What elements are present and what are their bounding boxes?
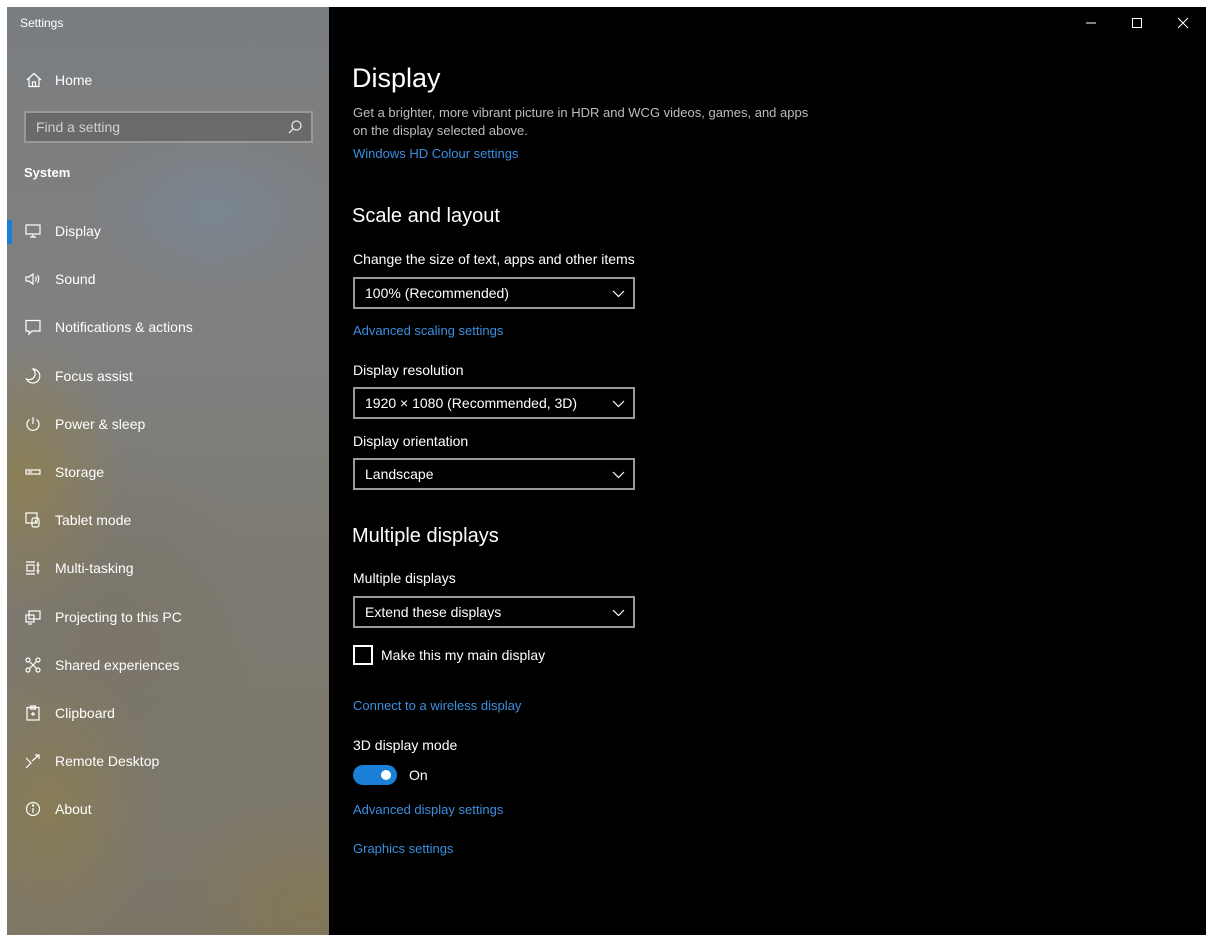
search-input[interactable]	[36, 119, 286, 135]
sidebar-item-label: Notifications & actions	[55, 319, 193, 336]
sidebar-item-label: Power & sleep	[55, 415, 146, 432]
sidebar-item-remote-desktop[interactable]: Remote Desktop	[7, 737, 329, 785]
3d-mode-state: On	[409, 767, 428, 783]
wireless-display-link[interactable]: Connect to a wireless display	[353, 698, 521, 713]
sidebar-item-label: Remote Desktop	[55, 753, 160, 770]
chevron-down-icon	[612, 400, 625, 408]
monitor-icon	[24, 222, 42, 240]
maximize-icon	[1132, 18, 1142, 28]
sidebar-item-label: Focus assist	[55, 367, 133, 384]
orientation-value: Landscape	[365, 466, 434, 482]
3d-mode-toggle[interactable]	[353, 765, 397, 785]
scale-dropdown[interactable]: 100% (Recommended)	[353, 277, 635, 309]
page-title: Display	[352, 63, 441, 93]
3d-mode-toggle-row: On	[353, 764, 428, 786]
3d-mode-label: 3D display mode	[353, 737, 458, 753]
speaker-icon	[24, 270, 42, 288]
advanced-display-link[interactable]: Advanced display settings	[353, 802, 503, 817]
resolution-dropdown[interactable]: 1920 × 1080 (Recommended, 3D)	[353, 387, 635, 419]
sidebar-item-label: Tablet mode	[55, 512, 132, 529]
shared-experiences-icon	[24, 656, 42, 674]
window-controls	[1068, 7, 1206, 39]
resolution-value: 1920 × 1080 (Recommended, 3D)	[365, 395, 578, 411]
active-indicator	[7, 220, 12, 244]
sidebar-item-shared-experiences[interactable]: Shared experiences	[7, 641, 329, 689]
home-label: Home	[55, 72, 93, 88]
sidebar-item-power-sleep[interactable]: Power & sleep	[7, 400, 329, 448]
multiple-displays-value: Extend these displays	[365, 604, 502, 620]
sidebar: Settings Home System	[7, 7, 329, 935]
sidebar-item-multitasking[interactable]: Multi-tasking	[7, 544, 329, 592]
hdr-colour-settings-link[interactable]: Windows HD Colour settings	[353, 146, 518, 161]
sidebar-item-label: Shared experiences	[55, 656, 180, 673]
sidebar-item-label: Multi-tasking	[55, 560, 134, 577]
remote-desktop-icon	[24, 752, 42, 770]
sidebar-item-label: Clipboard	[55, 704, 115, 721]
settings-window: Settings Home System	[7, 7, 1206, 935]
home-nav-item[interactable]: Home	[7, 65, 329, 95]
sidebar-item-storage[interactable]: Storage	[7, 448, 329, 496]
orientation-label: Display orientation	[353, 433, 469, 449]
chevron-down-icon	[612, 609, 625, 617]
advanced-scaling-link[interactable]: Advanced scaling settings	[353, 323, 503, 338]
multiple-displays-heading: Multiple displays	[352, 525, 499, 547]
resolution-label: Display resolution	[353, 362, 464, 378]
main-content: Display Get a brighter, more vibrant pic…	[329, 7, 1206, 935]
main-display-label: Make this my main display	[381, 647, 546, 663]
sidebar-item-label: Projecting to this PC	[55, 608, 182, 625]
multitasking-icon	[24, 559, 42, 577]
sidebar-item-tablet-mode[interactable]: Tablet mode	[7, 496, 329, 544]
search-box[interactable]	[24, 111, 313, 143]
minimize-button[interactable]	[1068, 7, 1114, 39]
chevron-down-icon	[612, 290, 625, 298]
minimize-icon	[1086, 22, 1096, 24]
notification-icon	[24, 318, 42, 336]
scale-value: 100% (Recommended)	[365, 285, 509, 301]
clipboard-icon	[24, 704, 42, 722]
multiple-displays-dropdown[interactable]: Extend these displays	[353, 596, 635, 628]
sidebar-item-label: Sound	[55, 271, 96, 288]
main-display-checkbox-row[interactable]: Make this my main display	[353, 644, 545, 666]
graphics-settings-link[interactable]: Graphics settings	[353, 841, 453, 856]
power-icon	[24, 415, 42, 433]
main-display-checkbox[interactable]	[353, 645, 373, 665]
hdr-description: Get a brighter, more vibrant picture in …	[353, 105, 809, 138]
projecting-icon	[24, 608, 42, 626]
scale-label: Change the size of text, apps and other …	[353, 251, 635, 267]
moon-icon	[24, 367, 42, 385]
home-icon	[25, 71, 43, 89]
tablet-mode-icon	[24, 511, 42, 529]
chevron-down-icon	[612, 471, 625, 479]
maximize-button[interactable]	[1114, 7, 1160, 39]
sidebar-nav: Display Sound Notifications & actions Fo…	[7, 207, 329, 833]
sidebar-item-projecting[interactable]: Projecting to this PC	[7, 593, 329, 641]
window-title: Settings	[20, 16, 64, 30]
sidebar-item-about[interactable]: About	[7, 785, 329, 833]
sidebar-item-label: Storage	[55, 464, 105, 481]
toggle-knob	[381, 770, 391, 780]
orientation-dropdown[interactable]: Landscape	[353, 458, 635, 490]
sidebar-item-label: Display	[55, 223, 101, 240]
storage-icon	[24, 463, 42, 481]
sidebar-item-notifications[interactable]: Notifications & actions	[7, 303, 329, 351]
info-icon	[24, 800, 42, 818]
search-icon[interactable]	[287, 119, 303, 135]
section-title-system: System	[24, 165, 71, 180]
sidebar-item-label: About	[55, 801, 92, 818]
close-button[interactable]	[1160, 7, 1206, 39]
sidebar-item-clipboard[interactable]: Clipboard	[7, 689, 329, 737]
sidebar-item-sound[interactable]: Sound	[7, 255, 329, 303]
sidebar-item-display[interactable]: Display	[7, 207, 329, 255]
scale-layout-heading: Scale and layout	[352, 205, 500, 227]
close-icon	[1177, 17, 1189, 29]
sidebar-item-focus-assist[interactable]: Focus assist	[7, 352, 329, 400]
multiple-displays-label: Multiple displays	[353, 570, 456, 586]
